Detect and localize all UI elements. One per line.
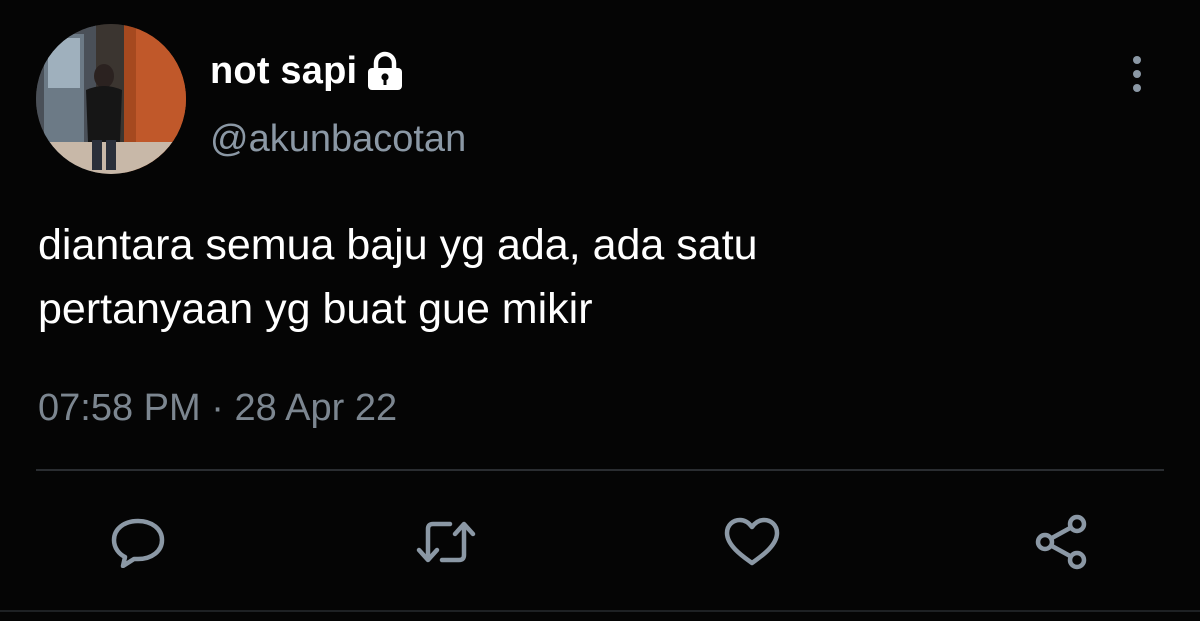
avatar-photo [36, 24, 186, 174]
retweet-icon [416, 521, 476, 563]
share-icon [1035, 514, 1087, 570]
action-bar [0, 512, 1200, 572]
more-vertical-icon[interactable] [1122, 52, 1152, 96]
like-button[interactable] [722, 512, 782, 572]
reply-button[interactable] [108, 512, 168, 572]
divider [36, 469, 1164, 471]
timestamp-date: 28 Apr 22 [234, 387, 398, 429]
retweet-button[interactable] [416, 512, 476, 572]
timestamp[interactable]: 07:58 PM · 28 Apr 22 [38, 387, 397, 430]
bottom-divider [0, 610, 1200, 612]
reply-icon [111, 518, 165, 568]
share-button[interactable] [1032, 512, 1092, 572]
lock-icon [363, 51, 407, 91]
tweet-text-line-2: pertanyaan yg buat gue mikir [38, 285, 593, 333]
display-name[interactable]: not sapi [210, 50, 357, 93]
tweet-text-line-1: diantara semua baju yg ada, ada satu [38, 221, 758, 269]
heart-icon [724, 517, 780, 566]
avatar[interactable] [36, 24, 186, 174]
tweet-card: not sapi @akunbacotan diantara semua baj… [0, 0, 1200, 621]
tweet-text: diantara semua baju yg ada, ada satu per… [38, 213, 1138, 341]
timestamp-time: 07:58 PM [38, 387, 201, 429]
display-name-row: not sapi [210, 46, 407, 96]
user-handle[interactable]: @akunbacotan [210, 118, 466, 161]
timestamp-separator: · [200, 387, 235, 429]
